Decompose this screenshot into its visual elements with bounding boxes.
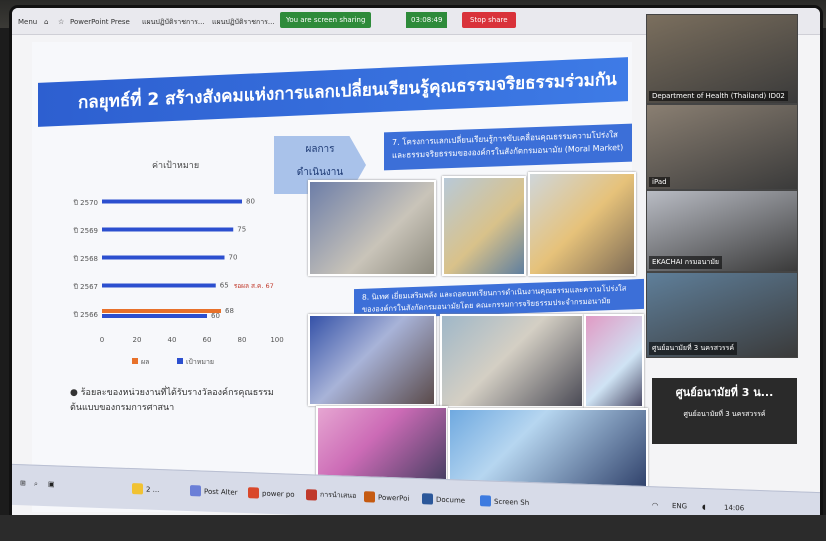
taskbar-app[interactable]: Post Alter — [190, 485, 238, 498]
participant-name: ศูนย์อนามัยที่ 3 นครสวรรค์ — [649, 342, 738, 355]
stop-share-button[interactable]: Stop share — [462, 12, 516, 28]
bar-value-label: 68 — [225, 307, 234, 315]
photo-visit-1 — [308, 314, 436, 406]
category-label: ปี 2568 — [73, 255, 98, 263]
category-label: ปี 2570 — [73, 199, 98, 207]
video-tile-ekachai[interactable]: EKACHAI กรมอนามัย — [646, 190, 798, 272]
video-tile-ipad[interactable]: iPad — [646, 104, 798, 190]
video-feed — [647, 15, 797, 103]
bar-value-label: 60 — [211, 312, 220, 320]
participant-name: EKACHAI กรมอนามัย — [649, 256, 723, 269]
legend-swatch — [132, 358, 138, 364]
room-floor — [0, 515, 826, 541]
language-indicator[interactable]: ENG — [672, 502, 687, 511]
participant-name: iPad — [649, 177, 670, 187]
legend-label: ผล — [141, 358, 149, 366]
bar — [102, 227, 234, 232]
x-tick-label: 20 — [133, 336, 142, 344]
x-tick-label: 40 — [168, 336, 177, 344]
photo-meeting-3 — [528, 172, 636, 276]
taskbar-app-label: Screen Sh — [494, 497, 530, 507]
result-label-1: ผลการ — [305, 144, 335, 155]
photo-visit-2 — [440, 314, 584, 408]
app-icon — [248, 487, 259, 499]
taskbar-app[interactable]: Docume — [422, 493, 465, 506]
app-icon — [480, 495, 491, 507]
bar-value-label: 65 — [220, 282, 229, 290]
tab-powerpoint[interactable]: PowerPoint Presentation — [70, 14, 130, 30]
home-icon[interactable]: ⌂ — [44, 14, 48, 30]
x-tick-label: 60 — [203, 336, 212, 344]
x-tick-label: 0 — [100, 336, 104, 344]
taskbar-app-label: 2 ... — [146, 485, 160, 494]
active-participant-sub: ศูนย์อนามัยที่ 3 นครสวรรค์ — [683, 410, 766, 418]
photo-meeting-2 — [442, 176, 526, 276]
taskbar-app-label: power po — [262, 489, 295, 499]
task-view-icon[interactable]: ▣ — [48, 480, 55, 488]
bar — [102, 199, 242, 204]
bar — [102, 283, 216, 288]
start-icon[interactable]: ⊞ — [20, 479, 26, 487]
projector-screen: Menu ⌂ ☆ PowerPoint Presentation แผนปฏิบ… — [12, 8, 820, 532]
active-participant-label: ศูนย์อนามัยที่ 3 น... ศูนย์อนามัยที่ 3 น… — [652, 378, 797, 444]
taskbar-app-label: Post Alter — [204, 487, 238, 497]
participant-name: Department of Health (Thailand) ID02 — [649, 91, 788, 101]
photo-meeting-1 — [308, 180, 436, 276]
video-tile-department[interactable]: Department of Health (Thailand) ID02 — [646, 14, 798, 104]
x-tick-label: 80 — [238, 336, 247, 344]
app-icon — [132, 483, 143, 495]
category-label: ปี 2569 — [73, 227, 98, 235]
legend-swatch — [177, 358, 183, 364]
taskbar-app[interactable]: การนำเสนอ — [306, 489, 356, 502]
bar-value-label: 75 — [237, 226, 246, 234]
result-label-2: ดำเนินงาน — [296, 167, 344, 178]
category-label: ปี 2566 — [73, 311, 98, 319]
bar — [102, 255, 225, 260]
app-icon — [306, 489, 317, 501]
photo-visit-3 — [584, 314, 644, 408]
taskbar-app[interactable]: PowerPoi — [364, 491, 409, 504]
active-participant-name: ศูนย์อนามัยที่ 3 น... — [675, 386, 774, 399]
app-icon — [422, 493, 433, 505]
bar — [102, 314, 207, 318]
taskbar-app-label: Docume — [436, 495, 466, 505]
app-icon — [190, 485, 201, 497]
video-tile-center3[interactable]: ศูนย์อนามัยที่ 3 นครสวรรค์ — [646, 272, 798, 358]
category-label: ปี 2567 — [73, 283, 98, 291]
target-bar-chart: ปี 2570 80 ปี 2569 75 ปี 2568 70 ปี 2567 65 ปี 2… — [73, 198, 283, 367]
menu-button[interactable]: Menu — [18, 14, 37, 30]
speaker-icon[interactable]: ◖ — [702, 503, 706, 511]
taskbar-app[interactable]: Screen Sh — [480, 495, 529, 508]
taskbar-app[interactable]: power po — [248, 487, 295, 500]
search-icon[interactable]: ⌕ — [34, 480, 38, 489]
tab-plan-1[interactable]: แผนปฏิบัติราชการ... — [142, 14, 204, 30]
taskbar-app-label: PowerPoi — [378, 493, 410, 503]
legend-label: เป้าหมาย — [186, 358, 214, 366]
share-timer: 03:08:49 — [406, 12, 448, 28]
chart-annotation: รอผล ส.ค. 67 — [234, 282, 274, 290]
screen-sharing-indicator: You are screen sharing — [280, 12, 372, 28]
tab-plan-2[interactable]: แผนปฏิบัติราชการ... — [212, 14, 274, 30]
bar — [102, 309, 221, 313]
chart-note: ● ร้อยละของหน่วยงานที่ได้รับรางวัลองค์กร… — [70, 388, 274, 413]
star-icon[interactable]: ☆ — [58, 14, 64, 30]
taskbar-app-label: การนำเสนอ — [320, 490, 357, 500]
bar-value-label: 80 — [246, 198, 255, 206]
taskbar-app[interactable]: 2 ... — [132, 483, 159, 495]
app-icon — [364, 491, 375, 503]
clock[interactable]: 14:06 — [724, 504, 744, 513]
bar-value-label: 70 — [229, 254, 238, 262]
wifi-icon[interactable]: ◠ — [652, 501, 658, 509]
x-tick-label: 100 — [270, 336, 283, 344]
